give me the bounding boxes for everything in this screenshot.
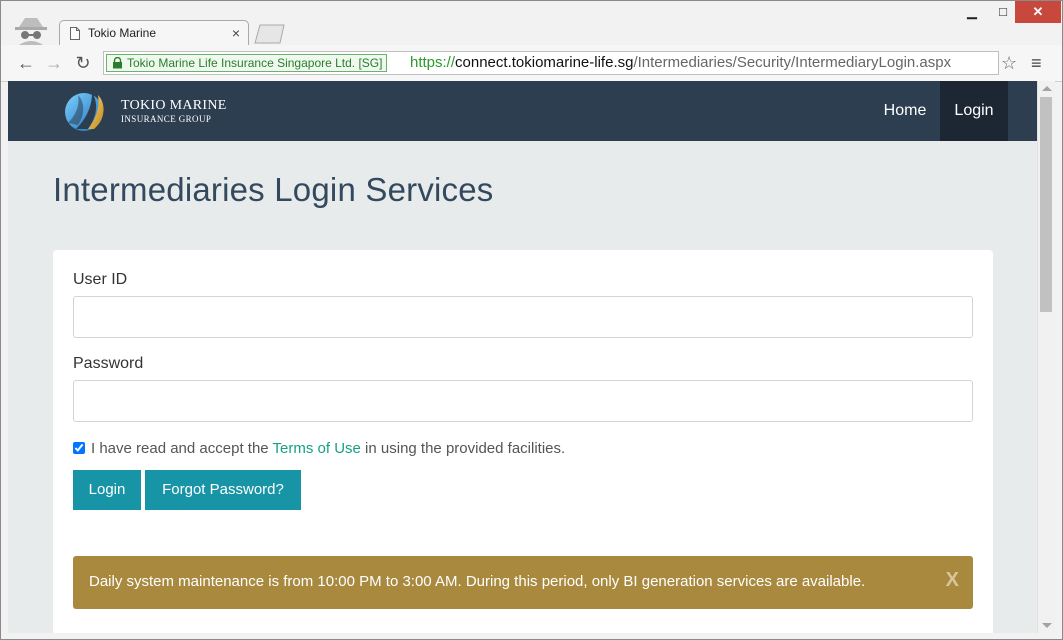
terms-agreement: I have read and accept the Terms of Use … [73,440,565,457]
page-title: Intermediaries Login Services [53,171,494,208]
tab-close-icon[interactable]: × [232,25,240,41]
terms-checkbox[interactable] [73,442,85,454]
agree-prefix: I have read and accept the [91,440,273,457]
tab-tokio-marine[interactable]: Tokio Marine × [59,20,249,46]
password-label: Password [73,355,144,372]
reload-button[interactable]: ↻ [72,53,94,73]
user-id-label: User ID [73,271,128,288]
scroll-thumb[interactable] [1040,97,1052,312]
alert-close-button[interactable]: X [946,569,959,592]
url-host: connect.tokiomarine-life.sg [455,54,634,71]
site-navbar: TOKIO MARINE INSURANCE GROUP Home Login [8,81,1037,141]
password-input[interactable] [73,380,973,422]
ev-label: Tokio Marine Life Insurance Singapore Lt… [127,56,383,70]
forgot-password-button[interactable]: Forgot Password? [145,470,301,510]
agree-suffix: in using the provided facilities. [360,440,566,457]
scroll-down-arrow-icon[interactable] [1042,623,1052,628]
forward-button[interactable]: → [43,53,65,73]
tab-strip: Tokio Marine × ▁ □ ✕ [1,1,1062,46]
alert-message: Daily system maintenance is from 10:00 P… [89,573,866,590]
minimize-button[interactable]: ▁ [959,1,985,23]
url-text[interactable]: https://connect.tokiomarine-life.sg/Inte… [410,54,951,72]
incognito-icon [15,18,47,45]
browser-menu-icon[interactable]: ≡ [1031,53,1042,73]
maximize-button[interactable]: □ [990,1,1016,23]
logo-wordmark: TOKIO MARINE [121,98,227,113]
url-path: /Intermediaries/Security/IntermediaryLog… [633,54,952,71]
page-viewport: TOKIO MARINE INSURANCE GROUP Home Login … [8,81,1037,633]
maintenance-alert: Daily system maintenance is from 10:00 P… [73,556,973,609]
lock-icon [113,57,122,69]
tab-title: Tokio Marine [88,26,157,40]
login-button[interactable]: Login [73,470,141,510]
ev-certificate-badge[interactable]: Tokio Marine Life Insurance Singapore Lt… [106,54,388,72]
browser-toolbar: ← → ↻ Tokio Marine Life Insurance Singap… [1,45,1062,82]
document-icon [70,27,80,40]
logo-subline: INSURANCE GROUP [121,114,212,124]
address-bar[interactable]: Tokio Marine Life Insurance Singapore Lt… [103,51,999,75]
url-scheme: https:// [410,54,456,71]
new-tab-button[interactable] [253,24,287,44]
close-window-button[interactable]: ✕ [1015,1,1061,23]
tokio-marine-logo-icon[interactable] [62,89,112,133]
nav-login-link[interactable]: Login [940,81,1008,141]
user-id-input[interactable] [73,296,973,338]
back-button[interactable]: ← [15,53,37,73]
terms-of-use-link[interactable]: Terms of Use [273,440,361,457]
scroll-up-arrow-icon[interactable] [1042,86,1052,91]
nav-home-link[interactable]: Home [870,81,940,141]
page-scrollbar[interactable] [1037,81,1055,633]
bookmark-star-icon[interactable]: ☆ [1001,53,1017,73]
login-panel: User ID Password I have read and accept … [53,250,993,633]
